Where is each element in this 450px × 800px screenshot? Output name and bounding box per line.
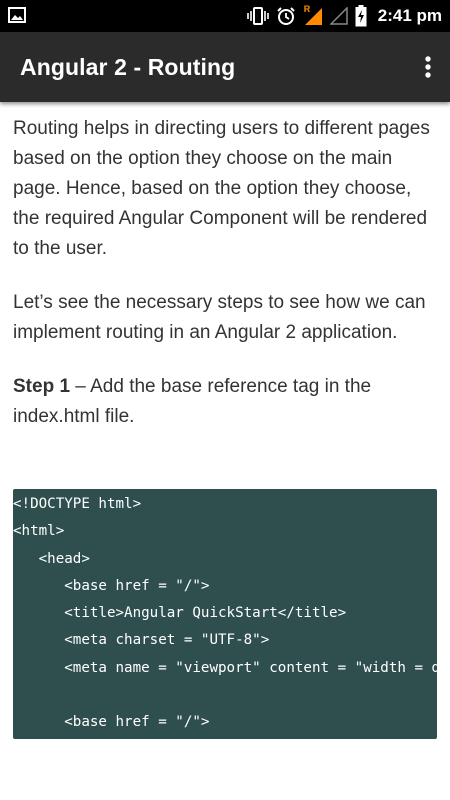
- code-line: <base href = "/">: [13, 577, 210, 594]
- overflow-menu-button[interactable]: [420, 52, 436, 82]
- code-line: <html>: [13, 523, 65, 540]
- status-icons: R 2:41 pm: [246, 0, 442, 32]
- more-vert-icon[interactable]: [420, 52, 436, 82]
- code-line: <head>: [13, 550, 90, 567]
- vibrate-icon: [246, 7, 269, 25]
- article-content: Routing helps in directing users to diff…: [13, 114, 437, 456]
- code-text: <!DOCTYPE html> <html> <head> <base href …: [13, 489, 437, 737]
- status-bar: R 2:41 pm: [0, 0, 450, 32]
- intro-paragraph: Routing helps in directing users to diff…: [13, 118, 430, 259]
- signal-icon: [329, 7, 348, 25]
- step-1-paragraph: Step 1 – Add the base reference tag in t…: [13, 372, 437, 432]
- code-block[interactable]: <!DOCTYPE html> <html> <head> <base href …: [13, 489, 437, 739]
- alarm-icon: [276, 6, 296, 26]
- page-title: Angular 2 - Routing: [20, 54, 236, 80]
- signal-roaming-icon: R: [303, 4, 323, 26]
- code-line: <!DOCTYPE html>: [13, 496, 142, 512]
- app-bar: Angular 2 - Routing: [0, 32, 450, 102]
- status-clock: 2:41 pm: [377, 6, 442, 25]
- battery-charging-icon: [355, 5, 367, 27]
- code-line: <meta charset = "UTF-8">: [13, 632, 270, 649]
- image-icon: [8, 7, 26, 23]
- roaming-indicator: R: [303, 4, 311, 14]
- code-line: <meta name = "viewport" content = "width…: [64, 659, 437, 676]
- steps-intro-paragraph: Let’s see the necessary steps to see how…: [13, 292, 426, 343]
- code-line: <title>Angular QuickStart</title>: [13, 605, 347, 622]
- code-line: <base href = "/">: [13, 714, 210, 731]
- step-label: Step 1: [13, 376, 71, 397]
